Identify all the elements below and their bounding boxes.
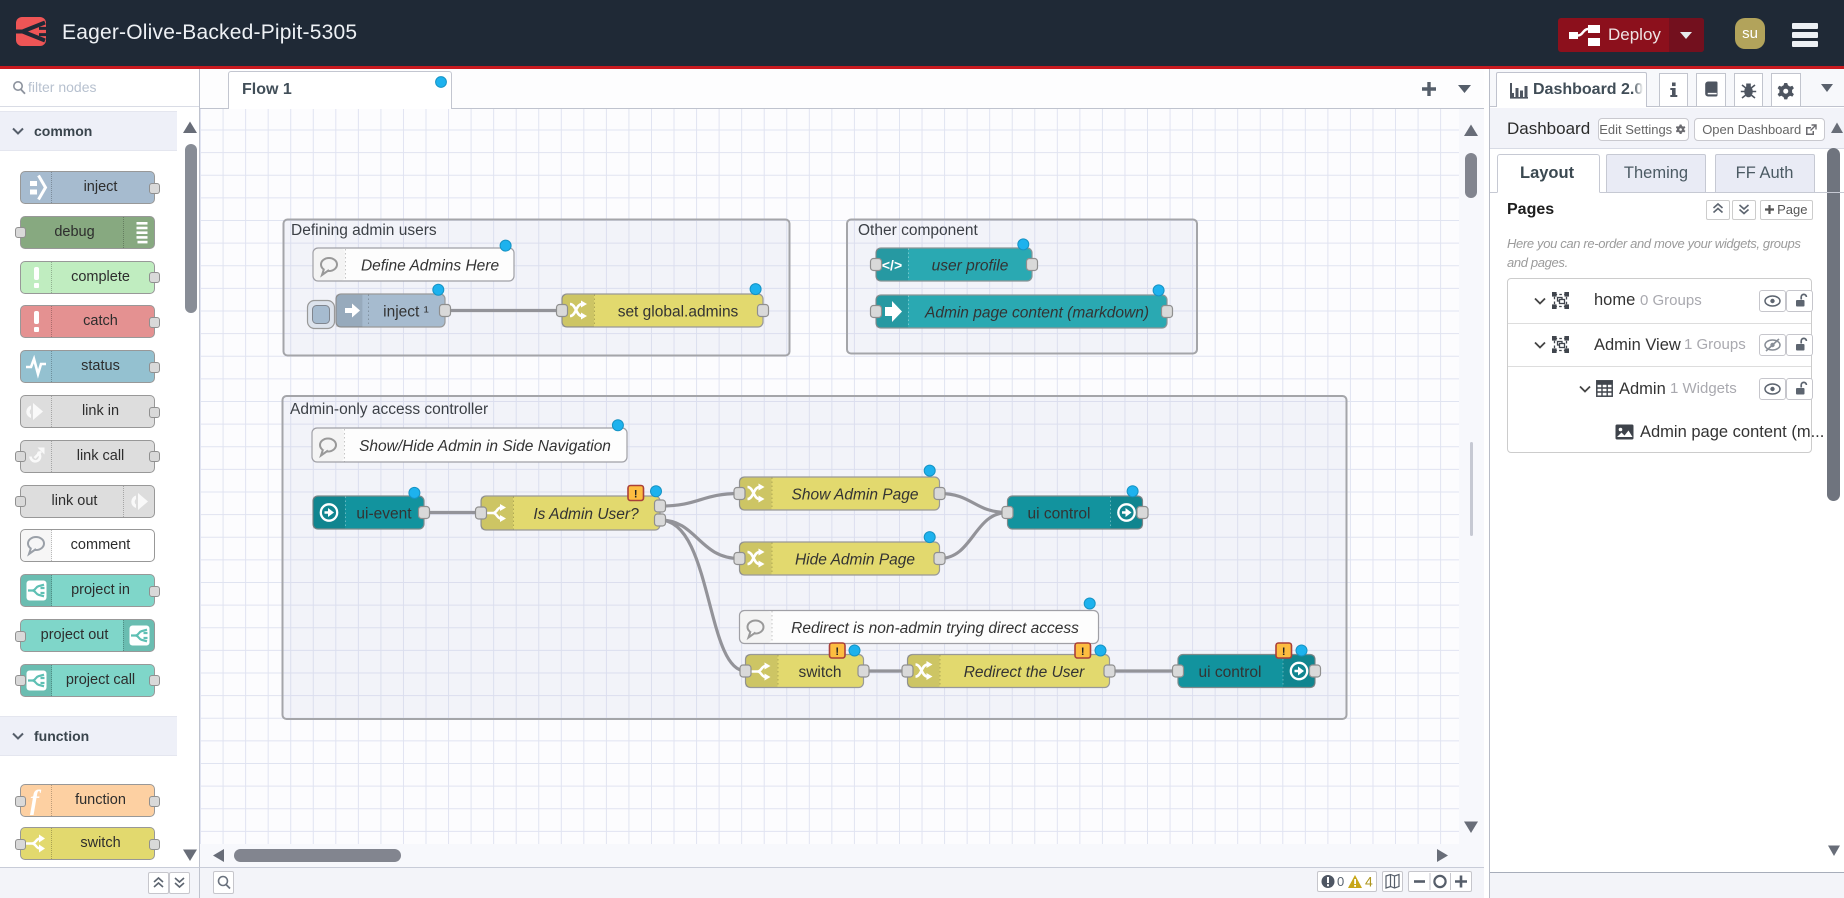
svg-text:ui control: ui control: [1028, 506, 1091, 523]
svg-text:!: !: [1081, 646, 1085, 658]
svg-text:!: !: [835, 646, 839, 658]
svg-text:0: 0: [1337, 874, 1344, 889]
svg-text:Define Admins Here: Define Admins Here: [361, 258, 500, 275]
svg-text:user profile: user profile: [932, 258, 1009, 275]
svg-text:!: !: [634, 489, 638, 501]
svg-text:4: 4: [1365, 873, 1373, 889]
svg-text:switch: switch: [798, 664, 841, 681]
svg-text:Redirect the User: Redirect the User: [964, 664, 1085, 681]
svg-text:Defining admin users: Defining admin users: [291, 222, 437, 239]
svg-text:Admin page content (markdown): Admin page content (markdown): [924, 305, 1149, 322]
svg-text:Other component: Other component: [858, 222, 978, 239]
svg-text:set global.admins: set global.admins: [618, 304, 739, 321]
svg-text:inject ¹: inject ¹: [383, 304, 429, 321]
svg-text:</>: </>: [882, 257, 902, 273]
svg-text:Show Admin Page: Show Admin Page: [792, 487, 919, 504]
svg-text:Hide Admin Page: Hide Admin Page: [795, 552, 915, 569]
svg-text:Admin-only access controller: Admin-only access controller: [290, 401, 488, 418]
svg-text:Is Admin User?: Is Admin User?: [533, 506, 639, 523]
svg-text:Show/Hide Admin in Side Naviga: Show/Hide Admin in Side Navigation: [359, 438, 611, 455]
svg-text:!: !: [1282, 646, 1286, 658]
svg-text:ui-event: ui-event: [356, 506, 412, 523]
svg-text:ui control: ui control: [1199, 664, 1262, 681]
svg-text:Redirect is non-admin trying d: Redirect is non-admin trying direct acce…: [791, 620, 1079, 637]
